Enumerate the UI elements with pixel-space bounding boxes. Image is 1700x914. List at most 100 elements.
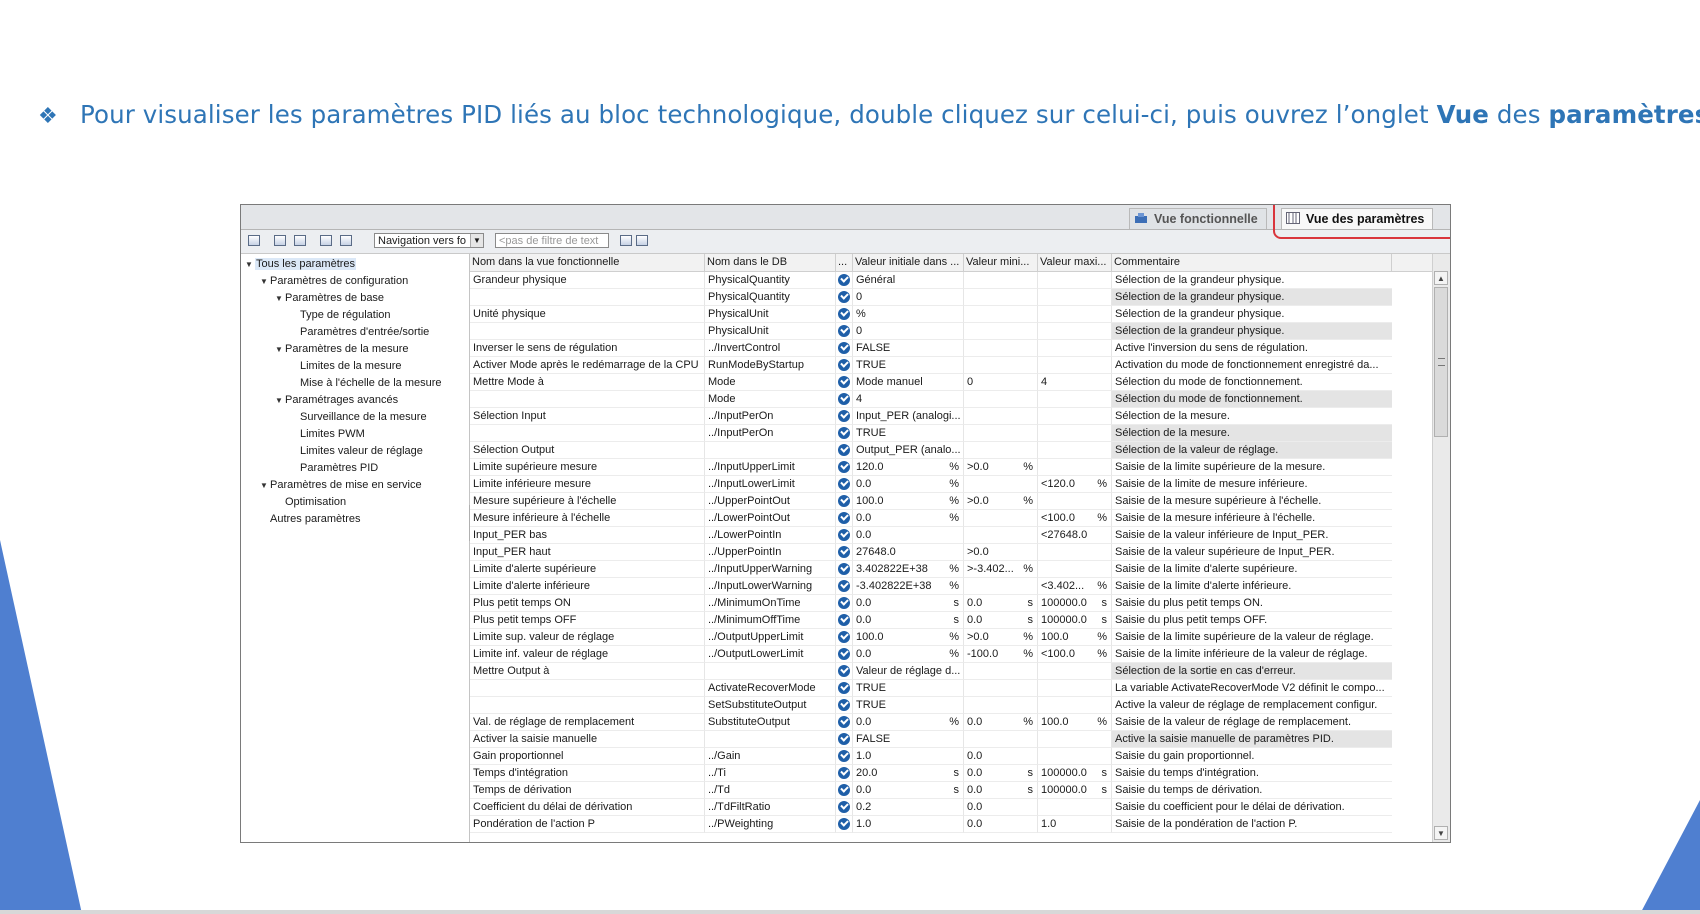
table-cell[interactable]: % xyxy=(853,306,964,323)
table-cell[interactable] xyxy=(964,306,1038,323)
table-row[interactable]: Mesure inférieure à l'échelle ../LowerPoi… xyxy=(470,510,1436,527)
tree-node[interactable]: ▼ Tous les paramètres xyxy=(245,256,357,273)
table-cell[interactable]: Input_PER bas xyxy=(470,527,705,544)
table-cell[interactable] xyxy=(1038,408,1112,425)
tab-functional-view[interactable]: Vue fonctionnelle xyxy=(1129,208,1267,229)
table-cell[interactable]: RunModeByStartup xyxy=(705,357,836,374)
table-cell[interactable]: 0.0 xyxy=(964,748,1038,765)
table-cell[interactable]: 0.0% xyxy=(853,714,964,731)
table-cell[interactable]: Active l'inversion du sens de régulation… xyxy=(1112,340,1392,357)
table-row[interactable]: Plus petit temps OFF ../MinimumOffTime 0.0… xyxy=(470,612,1436,629)
table-cell[interactable]: -100.0% xyxy=(964,646,1038,663)
load-values-icon[interactable] xyxy=(273,234,288,248)
tree-node[interactable]: ▼ Paramètres de configuration xyxy=(260,273,408,290)
table-cell[interactable]: >-3.402...% xyxy=(964,561,1038,578)
table-cell[interactable]: TRUE xyxy=(853,697,964,714)
table-cell[interactable] xyxy=(1038,425,1112,442)
table-cell[interactable]: Active la saisie manuelle de paramètres … xyxy=(1112,731,1392,748)
table-cell[interactable]: 100000.0 s xyxy=(1038,595,1112,612)
table-cell[interactable]: Mode xyxy=(705,374,836,391)
tree-node[interactable]: ▼ Paramètres de base xyxy=(275,290,384,307)
table-cell[interactable]: Saisie de la valeur supérieure de Input_… xyxy=(1112,544,1392,561)
table-cell[interactable]: ../InputUpperLimit xyxy=(705,459,836,476)
table-cell[interactable]: 1.0 xyxy=(853,748,964,765)
table-cell[interactable]: ../OutputLowerLimit xyxy=(705,646,836,663)
table-cell[interactable]: PhysicalQuantity xyxy=(705,289,836,306)
table-row[interactable]: Temps d'intégration ../Ti 20.0 s 0.0 s 100000.… xyxy=(470,765,1436,782)
table-cell[interactable]: Saisie du coefficient pour le délai de d… xyxy=(1112,799,1392,816)
table-cell[interactable]: ActivateRecoverMode xyxy=(705,680,836,697)
table-cell[interactable]: >0.0% xyxy=(964,629,1038,646)
table-cell[interactable]: <120.0% xyxy=(1038,476,1112,493)
table-cell[interactable] xyxy=(964,578,1038,595)
table-row[interactable]: Limite d'alerte supérieure ../InputUpperW… xyxy=(470,561,1436,578)
table-cell[interactable]: Activer la saisie manuelle xyxy=(470,731,705,748)
save-values-icon[interactable] xyxy=(293,234,308,248)
table-cell[interactable]: FALSE xyxy=(853,340,964,357)
monitor-icon[interactable] xyxy=(319,234,334,248)
table-cell[interactable]: 4 xyxy=(1038,374,1112,391)
table-cell[interactable]: Sélection de la sortie en cas d'erreur. xyxy=(1112,663,1392,680)
table-cell[interactable]: 0.0 s xyxy=(853,782,964,799)
table-row[interactable]: Limite inf. valeur de réglage ../OutputLo… xyxy=(470,646,1436,663)
table-cell[interactable]: >0.0% xyxy=(964,459,1038,476)
table-cell[interactable]: 4 xyxy=(853,391,964,408)
table-cell[interactable]: ../InputPerOn xyxy=(705,425,836,442)
table-row[interactable]: PhysicalUnit 0 Sélection de la grandeur ph… xyxy=(470,323,1436,340)
table-cell[interactable]: Sélection du mode de fonctionnement. xyxy=(1112,374,1392,391)
table-row[interactable]: Mettre Output à Valeur de réglage d... Sél… xyxy=(470,663,1436,680)
table-cell[interactable]: 100.0% xyxy=(853,493,964,510)
table-cell[interactable]: Sélection de la grandeur physique. xyxy=(1112,323,1392,340)
table-cell[interactable]: 0.2 xyxy=(853,799,964,816)
table-cell[interactable]: Sélection Input xyxy=(470,408,705,425)
table-cell[interactable]: Saisie du plus petit temps ON. xyxy=(1112,595,1392,612)
table-cell[interactable]: ../InputPerOn xyxy=(705,408,836,425)
table-cell[interactable] xyxy=(470,425,705,442)
table-cell[interactable] xyxy=(964,408,1038,425)
tree-node[interactable]: Optimisation xyxy=(275,494,346,511)
table-row[interactable]: Limite d'alerte inférieure ../InputLowerW… xyxy=(470,578,1436,595)
table-cell[interactable]: 0.0% xyxy=(853,646,964,663)
table-cell[interactable]: TRUE xyxy=(853,680,964,697)
tree-node[interactable]: ▼ Paramètres de mise en service xyxy=(260,477,422,494)
table-cell[interactable] xyxy=(964,425,1038,442)
table-row[interactable]: Mettre Mode à Mode Mode manuel 0 4 Sélection … xyxy=(470,374,1436,391)
table-cell[interactable] xyxy=(1038,289,1112,306)
table-cell[interactable] xyxy=(470,680,705,697)
table-cell[interactable] xyxy=(964,323,1038,340)
table-cell[interactable]: ../MinimumOffTime xyxy=(705,612,836,629)
vertical-scrollbar[interactable]: ▲ ▼ xyxy=(1432,254,1450,842)
table-cell[interactable] xyxy=(705,663,836,680)
table-cell[interactable]: Gain proportionnel xyxy=(470,748,705,765)
table-cell[interactable]: ../LowerPointOut xyxy=(705,510,836,527)
tree-node[interactable]: Paramètres PID xyxy=(290,460,378,477)
table-cell[interactable] xyxy=(964,527,1038,544)
table-cell[interactable]: 0.0 xyxy=(964,816,1038,833)
table-row[interactable]: Limite supérieure mesure ../InputUpperLim… xyxy=(470,459,1436,476)
table-cell[interactable] xyxy=(964,357,1038,374)
table-cell[interactable]: Limite d'alerte supérieure xyxy=(470,561,705,578)
table-cell[interactable]: 0.0% xyxy=(964,714,1038,731)
table-row[interactable]: Plus petit temps ON ../MinimumOnTime 0.0 s 0… xyxy=(470,595,1436,612)
table-cell[interactable]: 0.0% xyxy=(853,476,964,493)
table-cell[interactable]: 1.0 xyxy=(1038,816,1112,833)
table-cell[interactable] xyxy=(470,323,705,340)
tree-node[interactable]: Type de régulation xyxy=(290,307,391,324)
table-cell[interactable]: 27648.0 xyxy=(853,544,964,561)
table-cell[interactable]: 0.0 s xyxy=(964,765,1038,782)
text-filter-input[interactable]: <pas de filtre de text xyxy=(495,233,609,248)
table-cell[interactable]: FALSE xyxy=(853,731,964,748)
table-cell[interactable]: ../LowerPointIn xyxy=(705,527,836,544)
table-cell[interactable] xyxy=(1038,731,1112,748)
table-cell[interactable]: Mode manuel xyxy=(853,374,964,391)
table-cell[interactable]: <100.0% xyxy=(1038,510,1112,527)
table-cell[interactable] xyxy=(964,680,1038,697)
table-cell[interactable] xyxy=(1038,272,1112,289)
table-cell[interactable]: Plus petit temps OFF xyxy=(470,612,705,629)
table-cell[interactable]: Pondération de l'action P xyxy=(470,816,705,833)
table-cell[interactable] xyxy=(1038,544,1112,561)
table-cell[interactable]: PhysicalUnit xyxy=(705,306,836,323)
table-cell[interactable]: PhysicalQuantity xyxy=(705,272,836,289)
table-cell[interactable]: ../OutputUpperLimit xyxy=(705,629,836,646)
tree-expand-icon[interactable]: ▼ xyxy=(275,392,285,409)
